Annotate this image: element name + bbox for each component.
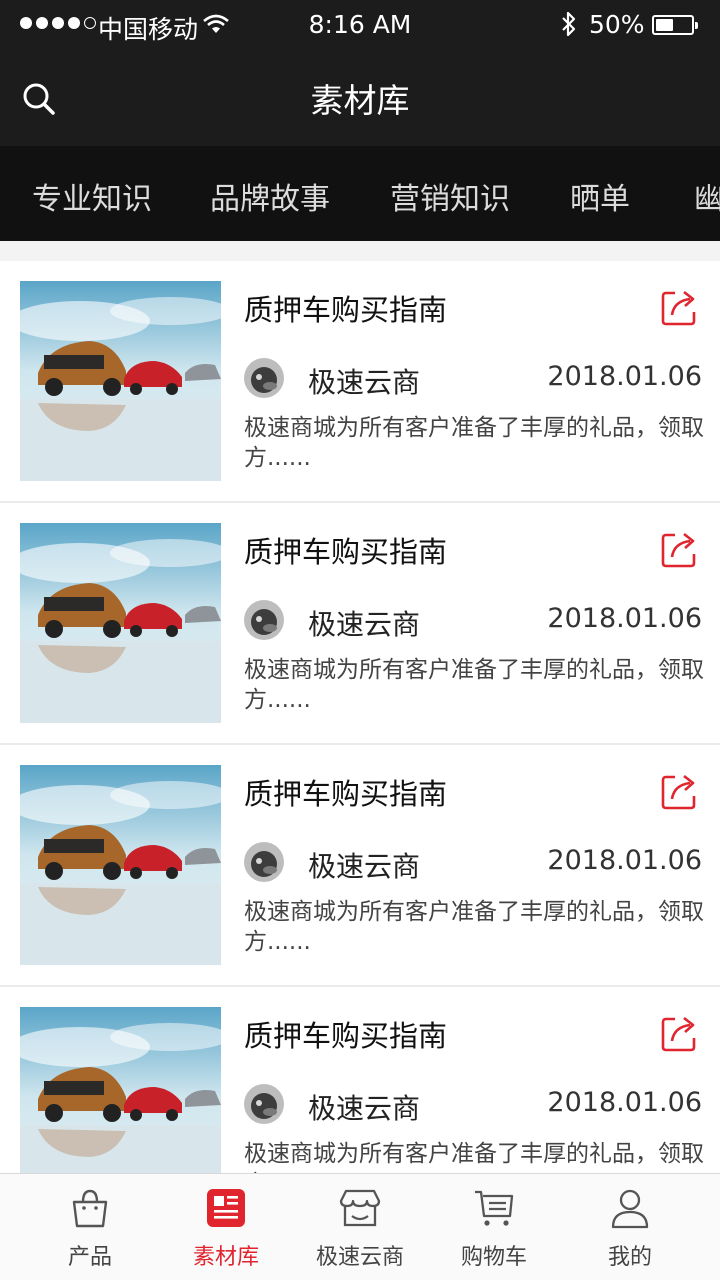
share-icon[interactable] bbox=[660, 771, 700, 811]
article-summary: 极速商城为所有客户准备了丰厚的礼品，领取方...... bbox=[244, 657, 704, 713]
article-title[interactable]: 质押车购买指南 bbox=[244, 1013, 447, 1055]
avatar bbox=[244, 358, 284, 398]
author-name: 极速云商 bbox=[308, 850, 421, 883]
author-name: 极速云商 bbox=[308, 366, 421, 399]
nav-cart[interactable]: 购物车 bbox=[422, 1174, 566, 1280]
battery-percent: 50% bbox=[589, 10, 645, 39]
list-item[interactable]: 质押车购买指南 极速云商 2018.01.06 极速商城为所有客户准备了丰厚的礼… bbox=[0, 987, 720, 1173]
publish-date: 2018.01.06 bbox=[547, 845, 702, 876]
article-list: 质押车购买指南 极速云商 2018.01.06 极速商城为所有客户准备了丰厚的礼… bbox=[0, 261, 720, 1173]
article-title[interactable]: 质押车购买指南 bbox=[244, 771, 447, 813]
tab-order-showcase[interactable]: 晒单 bbox=[570, 174, 630, 218]
bluetooth-icon bbox=[562, 11, 576, 37]
list-item[interactable]: 质押车购买指南 极速云商 2018.01.06 极速商城为所有客户准备了丰厚的礼… bbox=[0, 745, 720, 987]
status-bar: 中国移动 8:16 AM 50% bbox=[0, 0, 720, 50]
share-icon[interactable] bbox=[660, 1013, 700, 1053]
store-icon bbox=[339, 1189, 381, 1227]
nav-store[interactable]: 极速云商 bbox=[288, 1174, 432, 1280]
nav-materials[interactable]: 素材库 bbox=[154, 1174, 298, 1280]
avatar bbox=[244, 842, 284, 882]
nav-label: 购物车 bbox=[460, 1245, 527, 1270]
article-summary: 极速商城为所有客户准备了丰厚的礼品，领取方...... bbox=[244, 899, 704, 955]
avatar bbox=[244, 1084, 284, 1124]
article-title[interactable]: 质押车购买指南 bbox=[244, 529, 447, 571]
tab-brand-story[interactable]: 品牌故事 bbox=[210, 174, 330, 218]
page-title: 素材库 bbox=[310, 81, 410, 120]
user-icon bbox=[611, 1189, 649, 1229]
publish-date: 2018.01.06 bbox=[547, 1087, 702, 1118]
battery-icon bbox=[652, 15, 698, 35]
tab-overflow[interactable]: 幽 bbox=[694, 174, 720, 218]
publish-date: 2018.01.06 bbox=[547, 603, 702, 634]
nav-label: 产品 bbox=[67, 1245, 112, 1270]
tab-professional-knowledge[interactable]: 专业知识 bbox=[32, 174, 152, 218]
share-icon[interactable] bbox=[660, 287, 700, 327]
publish-date: 2018.01.06 bbox=[547, 361, 702, 392]
nav-profile[interactable]: 我的 bbox=[558, 1174, 702, 1280]
nav-label: 素材库 bbox=[192, 1245, 259, 1270]
article-thumbnail bbox=[20, 281, 221, 481]
article-thumbnail bbox=[20, 1007, 221, 1173]
top-bar: 中国移动 8:16 AM 50% 素材库 bbox=[0, 0, 720, 146]
list-item[interactable]: 质押车购买指南 极速云商 2018.01.06 极速商城为所有客户准备了丰厚的礼… bbox=[0, 503, 720, 745]
article-summary: 极速商城为所有客户准备了丰厚的礼品，领取方...... bbox=[244, 415, 704, 471]
bottom-tab-bar: 产品 素材库 极速云商 购物车 我的 bbox=[0, 1173, 720, 1280]
divider bbox=[0, 241, 720, 261]
nav-label: 极速云商 bbox=[315, 1245, 404, 1270]
category-tabs: 专业知识 品牌故事 营销知识 晒单 幽 bbox=[0, 146, 720, 241]
article-summary: 极速商城为所有客户准备了丰厚的礼品，领取方...... bbox=[244, 1141, 704, 1173]
article-thumbnail bbox=[20, 523, 221, 723]
author-name: 极速云商 bbox=[308, 608, 421, 641]
article-thumbnail bbox=[20, 765, 221, 965]
tab-marketing-knowledge[interactable]: 营销知识 bbox=[390, 174, 510, 218]
list-item[interactable]: 质押车购买指南 极速云商 2018.01.06 极速商城为所有客户准备了丰厚的礼… bbox=[0, 261, 720, 503]
shopping-bag-icon bbox=[72, 1189, 108, 1228]
article-title[interactable]: 质押车购买指南 bbox=[244, 287, 447, 329]
cart-icon bbox=[475, 1190, 514, 1226]
avatar bbox=[244, 600, 284, 640]
author-name: 极速云商 bbox=[308, 1092, 421, 1125]
share-icon[interactable] bbox=[660, 529, 700, 569]
nav-products[interactable]: 产品 bbox=[18, 1174, 162, 1280]
article-icon bbox=[207, 1189, 245, 1227]
nav-label: 我的 bbox=[607, 1245, 652, 1270]
